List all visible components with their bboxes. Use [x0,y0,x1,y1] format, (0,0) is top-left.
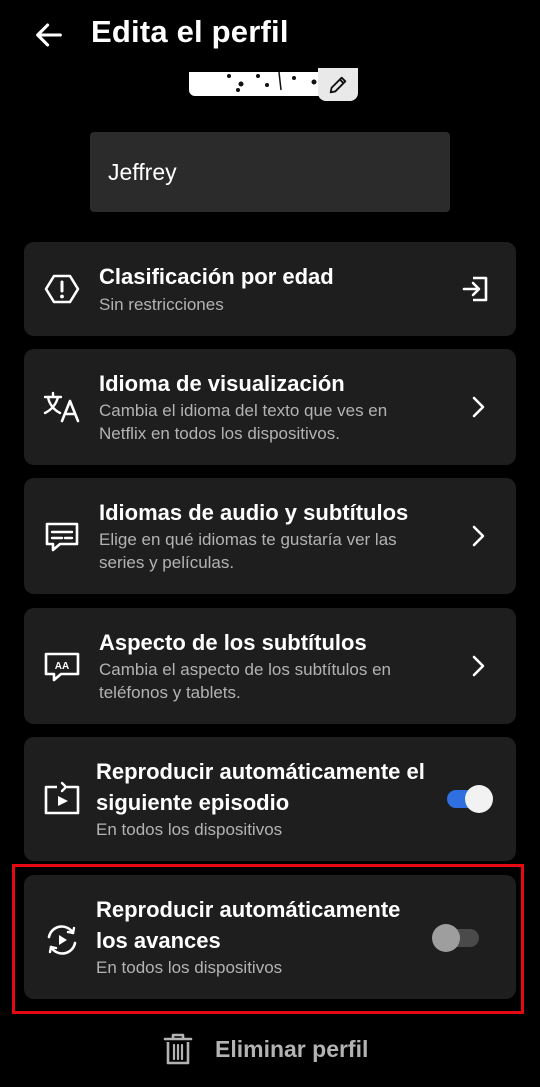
trash-icon [163,1033,193,1065]
setting-subtitle: En todos los dispositivos [96,820,283,839]
login-arrow-icon [462,276,488,302]
setting-title: Aspecto de los subtítulos [99,630,367,655]
setting-title: Reproducir automáticamente los avances [96,897,401,953]
setting-subtitle: Cambia el aspecto de los subtítulos en t… [99,660,392,702]
chevron-right-icon [472,655,485,677]
back-arrow-icon[interactable] [32,18,66,52]
setting-title: Idiomas de audio y subtítulos [99,500,409,525]
setting-subtitle: En todos los dispositivos [96,958,283,977]
setting-title: Clasificación por edad [99,264,334,289]
translate-icon [43,391,80,423]
svg-text:AA: AA [55,661,69,672]
chevron-right-icon [472,396,485,418]
page-title: Edita el perfil [91,14,289,49]
chevron-right-icon [472,525,485,547]
setting-subtitle: Cambia el idioma del texto que ves en Ne… [99,401,388,443]
app-header: Edita el perfil [0,0,540,70]
pencil-icon [329,76,347,93]
subtitle-appearance-icon: AA [44,652,80,682]
audio-subtitle-languages-setting[interactable]: Idiomas de audio y subtítulos Elige en q… [24,478,516,594]
profile-name-input[interactable] [90,132,450,212]
delete-profile-label: Eliminar perfil [215,1035,369,1062]
setting-title: Reproducir automáticamente el siguiente … [96,759,425,815]
subtitles-icon [45,522,79,552]
autoplay-next-episode-setting: Reproducir automáticamente el siguiente … [24,737,516,861]
autoplay-previews-setting: Reproducir automáticamente los avances E… [24,875,516,999]
subtitle-appearance-setting[interactable]: AA Aspecto de los subtítulos Cambia el a… [24,608,516,724]
warning-octagon-icon [44,274,80,304]
age-rating-setting[interactable]: Clasificación por edad Sin restricciones [24,242,516,336]
setting-title: Idioma de visualización [99,371,345,396]
setting-subtitle: Elige en qué idiomas te gustaría ver las… [99,530,397,572]
display-language-setting[interactable]: Idioma de visualización Cambia el idioma… [24,349,516,465]
delete-profile-button[interactable]: Eliminar perfil [163,1028,383,1070]
edit-avatar-button[interactable] [318,68,358,101]
autoplay-next-episode-toggle[interactable] [444,785,494,813]
autoplay-previews-toggle[interactable] [432,924,482,952]
next-episode-icon [44,781,80,815]
setting-subtitle: Sin restricciones [99,295,224,314]
autoplay-previews-icon [47,925,77,955]
